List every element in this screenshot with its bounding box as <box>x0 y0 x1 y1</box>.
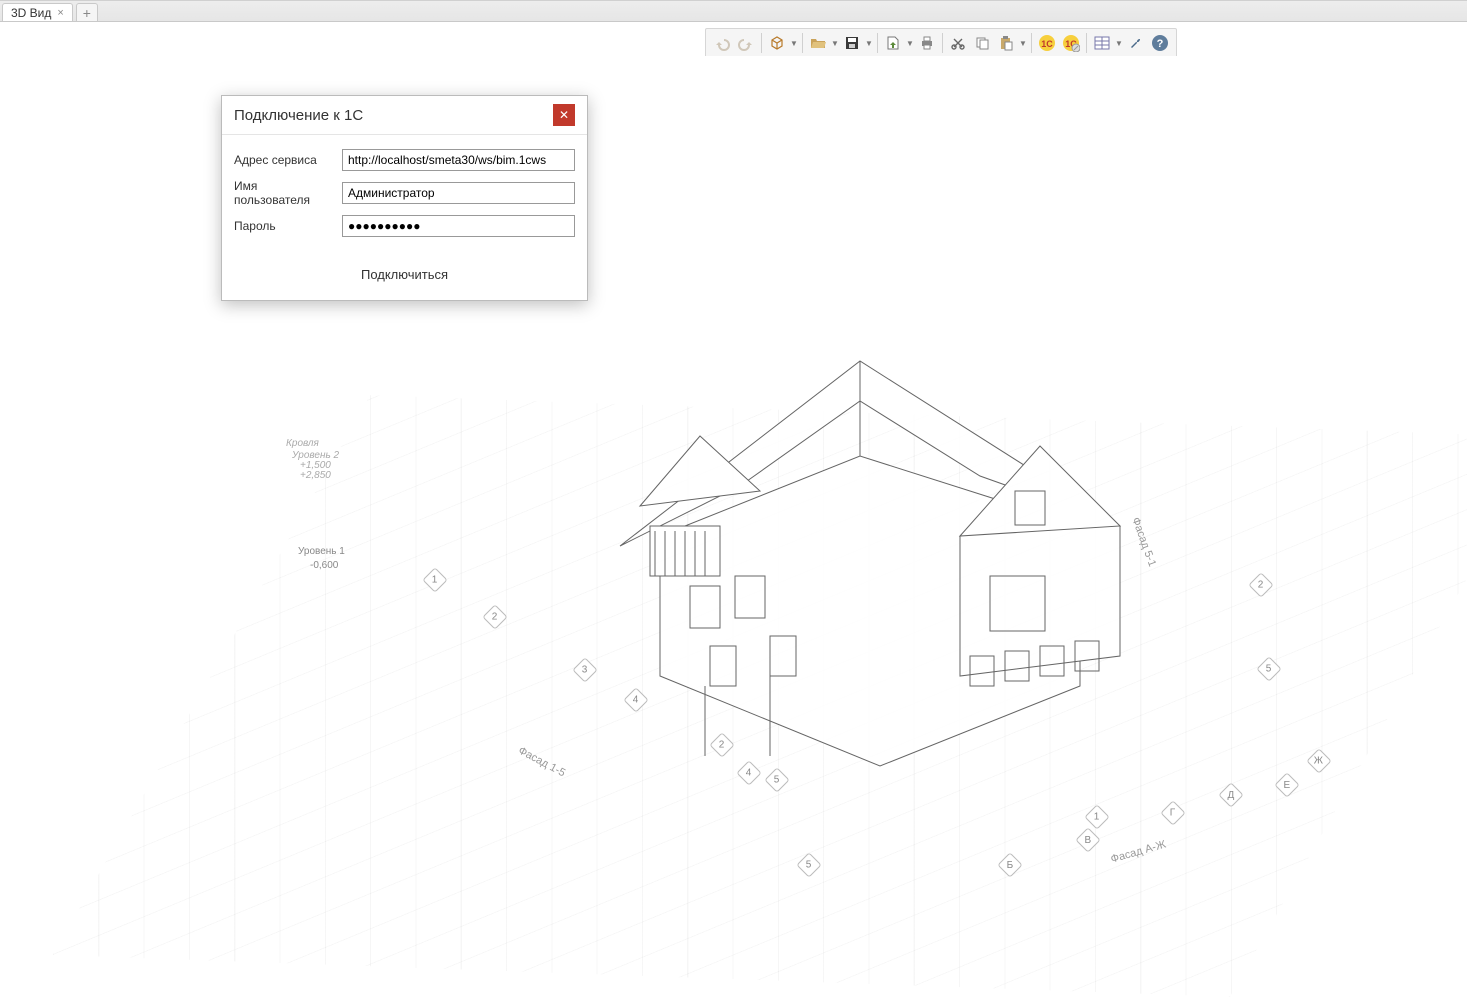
separator <box>802 33 803 53</box>
save-dropdown[interactable]: ▼ <box>864 39 874 48</box>
password-input[interactable] <box>342 215 575 237</box>
help-icon: ? <box>1151 34 1169 52</box>
close-icon: ✕ <box>559 108 569 122</box>
tables-dropdown[interactable]: ▼ <box>1114 39 1124 48</box>
save-icon <box>844 35 860 51</box>
tab-bar: 3D Вид × + <box>0 0 1467 22</box>
username-label: Имя пользователя <box>234 179 336 207</box>
separator <box>1086 33 1087 53</box>
export-dropdown[interactable]: ▼ <box>905 39 915 48</box>
tab-label: 3D Вид <box>11 6 51 20</box>
wrench-icon <box>1128 35 1144 51</box>
separator <box>877 33 878 53</box>
folder-icon <box>810 35 826 51</box>
help-button[interactable]: ? <box>1148 31 1172 55</box>
undo-button[interactable] <box>710 31 734 55</box>
1c-grey-icon: 1C <box>1062 34 1080 52</box>
print-button[interactable] <box>915 31 939 55</box>
level-1-elev: -0,600 <box>310 560 338 571</box>
dialog-close-button[interactable]: ✕ <box>553 104 575 126</box>
level-1-label: Уровень 1 <box>298 546 345 557</box>
cut-button[interactable] <box>946 31 970 55</box>
save-button[interactable] <box>840 31 864 55</box>
paste-button[interactable] <box>994 31 1018 55</box>
export-icon <box>885 35 901 51</box>
svg-text:1C: 1C <box>1041 39 1053 49</box>
svg-text:?: ? <box>1157 38 1164 50</box>
dialog-titlebar[interactable]: Подключение к 1С ✕ <box>222 96 587 135</box>
paste-icon <box>998 35 1014 51</box>
connect-button[interactable]: Подключиться <box>222 253 587 300</box>
close-icon[interactable]: × <box>57 7 63 19</box>
1c-button[interactable]: 1C <box>1035 31 1059 55</box>
separator <box>1031 33 1032 53</box>
separator <box>942 33 943 53</box>
address-input[interactable] <box>342 149 575 171</box>
copy-icon <box>974 35 990 51</box>
scissors-icon <box>950 35 966 51</box>
export-button[interactable] <box>881 31 905 55</box>
username-input[interactable] <box>342 182 575 204</box>
level-2-elev-b: +2,850 <box>300 470 331 481</box>
tables-button[interactable] <box>1090 31 1114 55</box>
print-icon <box>919 35 935 51</box>
tab-3d-view[interactable]: 3D Вид × <box>2 3 73 21</box>
clone-button[interactable] <box>765 31 789 55</box>
connection-dialog: Подключение к 1С ✕ Адрес сервиса Имя пол… <box>221 95 588 301</box>
cube-icon <box>769 35 785 51</box>
redo-button[interactable] <box>734 31 758 55</box>
table-icon <box>1094 35 1110 51</box>
redo-icon <box>738 35 754 51</box>
dialog-title-text: Подключение к 1С <box>234 107 363 124</box>
settings-button[interactable] <box>1124 31 1148 55</box>
separator <box>761 33 762 53</box>
dialog-body: Адрес сервиса Имя пользователя Пароль <box>222 135 587 253</box>
open-dropdown[interactable]: ▼ <box>830 39 840 48</box>
copy-button[interactable] <box>970 31 994 55</box>
paste-dropdown[interactable]: ▼ <box>1018 39 1028 48</box>
add-tab-button[interactable]: + <box>76 3 98 21</box>
password-label: Пароль <box>234 219 336 233</box>
undo-icon <box>714 35 730 51</box>
1c-yellow-icon: 1C <box>1038 34 1056 52</box>
address-label: Адрес сервиса <box>234 153 336 167</box>
main-toolbar: ▼ ▼ ▼ ▼ ▼ 1C 1C ▼ ? <box>705 28 1177 58</box>
level-roof-label: Кровля <box>286 438 319 449</box>
1c-disconnect-button[interactable]: 1C <box>1059 31 1083 55</box>
house-model <box>560 256 1160 816</box>
open-button[interactable] <box>806 31 830 55</box>
clone-dropdown[interactable]: ▼ <box>789 39 799 48</box>
